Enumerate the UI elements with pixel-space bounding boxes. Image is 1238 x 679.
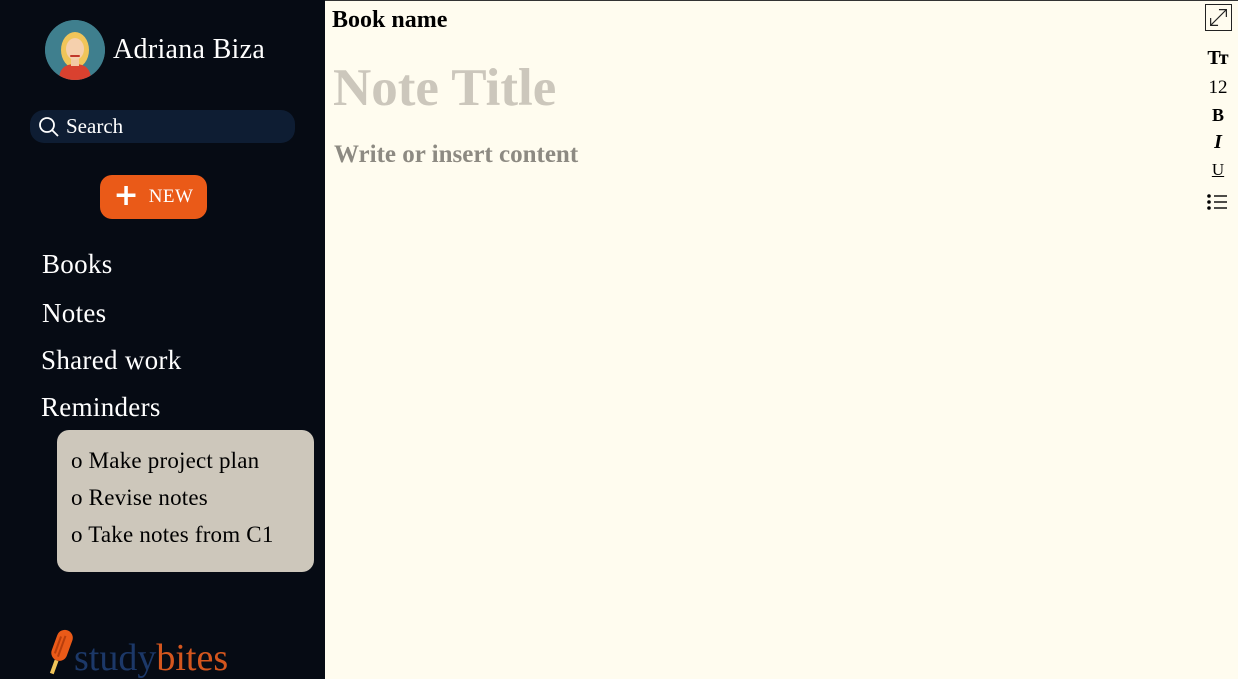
user-profile[interactable]: Adriana Biza: [45, 20, 265, 80]
reminder-item[interactable]: o Take notes from C1: [71, 522, 314, 559]
logo-study: study: [74, 637, 157, 679]
logo-bites: bites: [156, 637, 229, 679]
reminder-item[interactable]: o Revise notes: [71, 485, 314, 522]
bold-button[interactable]: B: [1198, 105, 1238, 126]
sidebar-item-notes[interactable]: Notes: [42, 298, 107, 329]
search-icon: [39, 116, 59, 137]
sidebar: Adriana Biza + NEW Books Notes Shared wo…: [0, 0, 325, 679]
search-bar[interactable]: [30, 110, 295, 143]
app-window: Adriana Biza + NEW Books Notes Shared wo…: [0, 0, 1238, 679]
sidebar-item-books[interactable]: Books: [42, 249, 113, 280]
sidebar-item-reminders[interactable]: Reminders: [41, 392, 161, 423]
note-title-input[interactable]: Note Title: [333, 58, 1033, 118]
user-name: Adriana Biza: [113, 34, 266, 65]
plus-icon: +: [113, 177, 139, 213]
format-toolbar: Tт 12 B I U: [1198, 1, 1238, 231]
search-input[interactable]: [66, 114, 286, 139]
editor-area: Book name Note Title Write or insert con…: [325, 0, 1238, 679]
note-content-input[interactable]: Write or insert content: [334, 141, 578, 169]
bullet-list-icon[interactable]: [1206, 192, 1228, 212]
underline-button[interactable]: U: [1198, 160, 1238, 180]
text-size-button[interactable]: Tт: [1198, 47, 1238, 70]
sidebar-item-shared-work[interactable]: Shared work: [41, 345, 182, 376]
new-button[interactable]: + NEW: [100, 175, 207, 219]
font-size-value[interactable]: 12: [1198, 77, 1238, 99]
expand-icon[interactable]: [1205, 4, 1232, 31]
popsicle-icon: [49, 629, 73, 675]
logo-wordmark: studybites: [74, 639, 228, 677]
avatar[interactable]: [45, 20, 105, 80]
book-name[interactable]: Book name: [332, 7, 447, 34]
reminder-item[interactable]: o Make project plan: [71, 448, 314, 485]
app-logo: studybites: [44, 625, 228, 677]
reminders-panel: o Make project plan o Revise notes o Tak…: [57, 430, 314, 572]
italic-button[interactable]: I: [1198, 131, 1238, 154]
new-button-label: NEW: [148, 186, 194, 207]
